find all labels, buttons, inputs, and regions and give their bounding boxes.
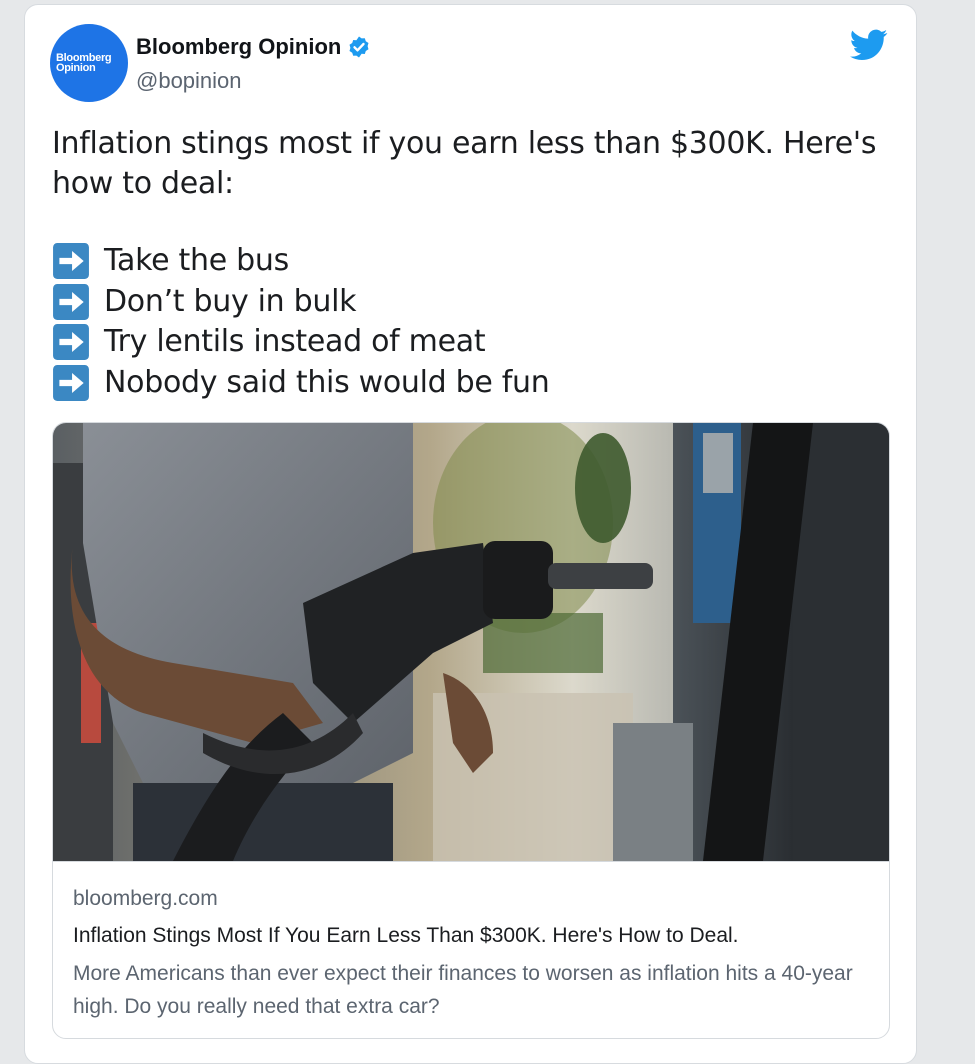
bullet-text: Don’t buy in bulk bbox=[104, 283, 357, 319]
tweet-text-line: Inflation stings most if you earn less t… bbox=[52, 126, 877, 161]
bullet-item: Nobody said this would be fun bbox=[52, 363, 550, 404]
bullet-text: Nobody said this would be fun bbox=[104, 364, 550, 400]
display-name[interactable]: Bloomberg Opinion bbox=[136, 34, 341, 60]
card-divider bbox=[53, 861, 889, 862]
card-description: More Americans than ever expect their fi… bbox=[73, 962, 853, 1018]
tweet-text: Inflation stings most if you earn less t… bbox=[52, 124, 877, 204]
card-domain: bloomberg.com bbox=[73, 887, 218, 910]
twitter-bird-icon[interactable] bbox=[850, 28, 888, 62]
bullet-item: Take the bus bbox=[52, 241, 549, 282]
card-title: Inflation Stings Most If You Earn Less T… bbox=[73, 924, 739, 947]
tweet-bullet-list: Take the bus Don’t buy in bulk Try lenti… bbox=[52, 241, 550, 404]
photo-gas-pump-nozzle[interactable] bbox=[53, 423, 890, 861]
bullet-item: Don’t buy in bulk bbox=[52, 282, 549, 323]
right-arrow-emoji-icon bbox=[53, 243, 89, 280]
bullet-item: Try lentils instead of meat bbox=[52, 322, 549, 363]
bullet-text: Try lentils instead of meat bbox=[104, 324, 486, 359]
right-arrow-emoji-icon bbox=[53, 324, 89, 361]
tweet-text-line: how to deal: bbox=[52, 166, 234, 201]
bullet-text: Take the bus bbox=[104, 243, 289, 278]
link-preview-card[interactable]: bloomberg.com Inflation Stings Most If Y… bbox=[52, 422, 890, 1039]
handle[interactable]: @bopinion bbox=[136, 68, 242, 94]
avatar[interactable]: Bloomberg Opinion bbox=[50, 24, 128, 102]
author-name-row: Bloomberg Opinion bbox=[136, 34, 371, 60]
verified-badge-icon bbox=[349, 36, 369, 58]
avatar-text-line2: Opinion bbox=[56, 62, 96, 74]
right-arrow-emoji-icon bbox=[53, 364, 89, 401]
right-arrow-emoji-icon bbox=[53, 283, 89, 320]
